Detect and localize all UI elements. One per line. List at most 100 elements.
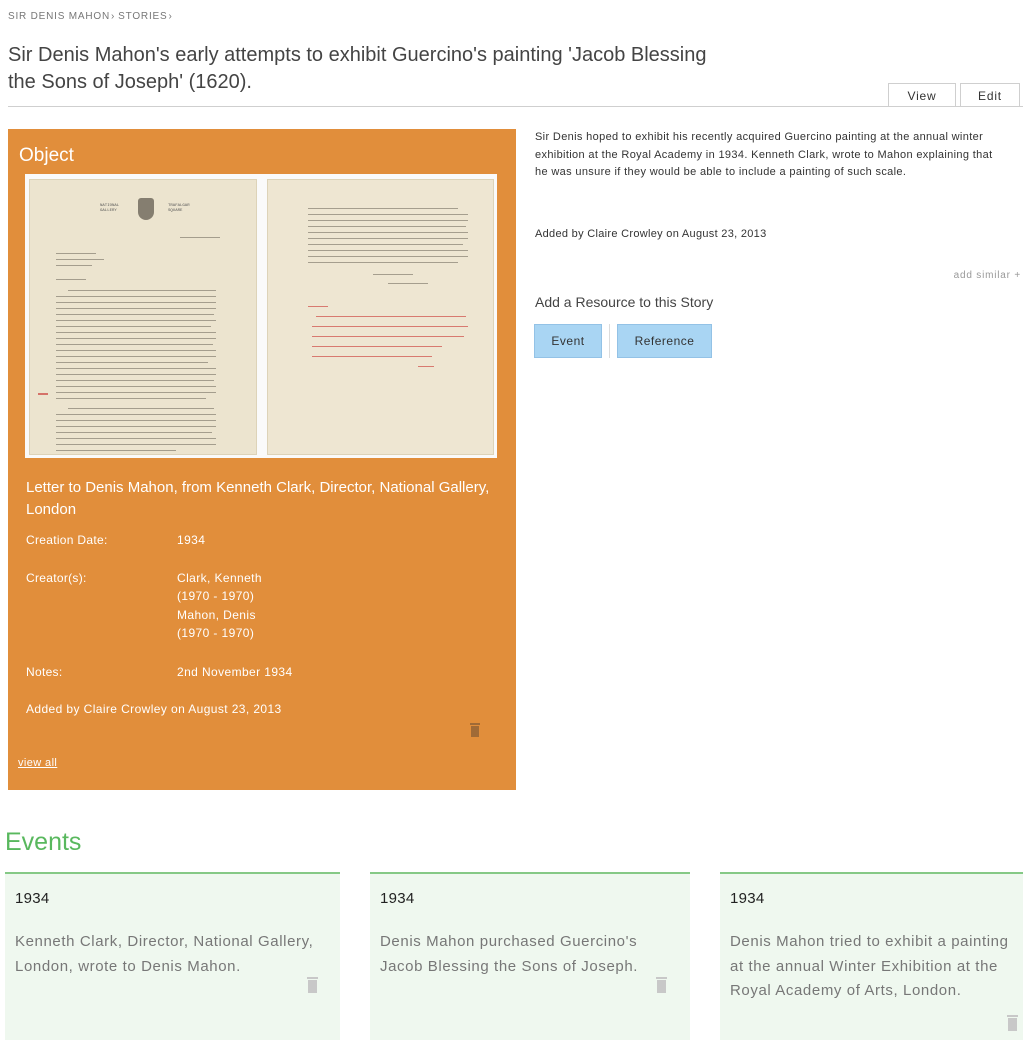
letter-address-line — [56, 259, 104, 260]
handwritten-note-line — [311, 356, 432, 357]
object-added-by: Added by Claire Crowley on August 23, 20… — [26, 702, 282, 716]
object-heading: Object — [19, 145, 74, 166]
page-title-line-2: the Sons of Joseph' (1620). — [8, 71, 252, 93]
creator-name: Mahon, Denis — [177, 608, 256, 622]
trash-icon[interactable] — [470, 723, 480, 737]
page-title-line-1: Sir Denis Mahon's early attempts to exhi… — [8, 44, 707, 66]
handwritten-note-line — [307, 306, 328, 307]
trash-icon[interactable] — [1007, 1015, 1018, 1031]
letter-body-line — [56, 438, 216, 439]
letter-body-line — [56, 296, 216, 297]
title-divider — [8, 106, 1023, 107]
page-title: Sir Denis Mahon's early attempts to exhi… — [8, 42, 808, 96]
event-description: Denis Mahon purchased Guercino's Jacob B… — [380, 933, 639, 975]
letter-scan-image[interactable]: NATIONAL GALLERY TRAFALGAR SQUARE — [25, 174, 497, 458]
resource-buttons: Event Reference — [534, 324, 712, 358]
letter-body-line — [56, 450, 176, 451]
story-description: Sir Denis hoped to exhibit his recently … — [535, 131, 993, 178]
tab-edit[interactable]: Edit — [960, 83, 1020, 107]
letter-body-line — [56, 326, 211, 327]
event-description: Kenneth Clark, Director, National Galler… — [15, 933, 314, 975]
letterhead-crest-icon — [138, 198, 154, 220]
letter-body-line — [56, 392, 216, 393]
margin-annotation — [38, 393, 48, 395]
event-year: 1934 — [380, 890, 415, 907]
letter-body-line — [307, 256, 468, 257]
letter-body-line — [56, 302, 216, 303]
event-card[interactable]: 1934 Denis Mahon purchased Guercino's Ja… — [370, 872, 690, 1040]
creation-date-value: 1934 — [177, 533, 206, 547]
events-heading: Events — [5, 828, 82, 856]
letter-page-2 — [266, 179, 494, 455]
letter-body-line — [307, 244, 463, 245]
handwritten-note-line — [315, 316, 466, 317]
letter-body-line — [56, 344, 213, 345]
handwritten-note-line — [311, 346, 442, 347]
letter-salutation-line — [56, 279, 86, 280]
letter-body-line — [56, 426, 216, 427]
letter-body-line — [307, 250, 468, 251]
letter-body-line — [56, 362, 208, 363]
view-all-link[interactable]: view all — [18, 757, 57, 769]
letter-body-line — [307, 232, 468, 233]
trash-icon[interactable] — [307, 977, 318, 993]
letter-address-line — [56, 265, 92, 266]
event-card[interactable]: 1934 Denis Mahon tried to exhibit a pain… — [720, 872, 1023, 1040]
breadcrumb-separator: › — [111, 11, 116, 22]
breadcrumb-separator: › — [168, 11, 173, 22]
letter-body-line — [307, 208, 458, 209]
letter-body-line — [68, 408, 214, 409]
letter-body-line — [56, 308, 216, 309]
add-similar-link[interactable]: add similar + — [954, 270, 1021, 281]
creation-date-label: Creation Date: — [26, 533, 108, 547]
creators-label: Creator(s): — [26, 571, 87, 585]
letter-page-1: NATIONAL GALLERY TRAFALGAR SQUARE — [29, 179, 257, 455]
notes-label: Notes: — [26, 665, 63, 679]
letterhead-left: NATIONAL GALLERY — [100, 204, 120, 213]
letter-body-line — [307, 214, 468, 215]
event-description: Denis Mahon tried to exhibit a painting … — [730, 933, 1009, 999]
letter-body-line — [307, 238, 468, 239]
handwritten-note-line — [311, 326, 468, 327]
letter-body-line — [56, 338, 216, 339]
creator-dates: (1970 - 1970) — [177, 589, 255, 603]
letter-body-line — [56, 414, 216, 415]
letterhead-right: TRAFALGAR SQUARE — [168, 204, 190, 213]
letter-body-line — [56, 332, 216, 333]
view-edit-tabs: View Edit — [888, 83, 1020, 107]
event-year: 1934 — [15, 890, 50, 907]
tab-view[interactable]: View — [888, 83, 956, 107]
letter-date-line — [180, 237, 220, 238]
handwritten-note-line — [311, 336, 464, 337]
letter-closing-line — [372, 274, 413, 275]
event-year: 1934 — [730, 890, 765, 907]
letter-body-line — [56, 374, 216, 375]
notes-value: 2nd November 1934 — [177, 665, 293, 679]
breadcrumb-item-sir-denis-mahon[interactable]: SIR DENIS MAHON — [8, 11, 110, 22]
add-reference-button[interactable]: Reference — [617, 324, 712, 358]
breadcrumb: SIR DENIS MAHON› STORIES› — [8, 11, 176, 22]
trash-icon[interactable] — [656, 977, 667, 993]
button-divider — [609, 324, 610, 358]
letter-body-line — [307, 226, 466, 227]
letter-body-line — [56, 368, 216, 369]
add-event-button[interactable]: Event — [534, 324, 602, 358]
letter-body-line — [56, 320, 216, 321]
object-panel: Object NATIONAL GALLERY TRAFALGAR SQUARE — [8, 129, 516, 790]
letter-body-line — [56, 432, 212, 433]
letter-body-line — [56, 380, 214, 381]
letter-body-line — [56, 350, 216, 351]
letter-body-line — [56, 314, 214, 315]
object-title: Letter to Denis Mahon, from Kenneth Clar… — [26, 479, 490, 518]
letter-body-line — [56, 386, 216, 387]
letter-body-line — [307, 262, 458, 263]
letter-body-line — [307, 220, 468, 221]
letter-body-line — [56, 356, 216, 357]
event-card[interactable]: 1934 Kenneth Clark, Director, National G… — [5, 872, 340, 1040]
breadcrumb-item-stories[interactable]: STORIES — [118, 11, 167, 22]
creator-dates: (1970 - 1970) — [177, 626, 255, 640]
letter-address-line — [56, 253, 96, 254]
letter-body-line — [56, 444, 216, 445]
story-added-by: Added by Claire Crowley on August 23, 20… — [535, 228, 767, 240]
letter-body-line — [56, 398, 206, 399]
